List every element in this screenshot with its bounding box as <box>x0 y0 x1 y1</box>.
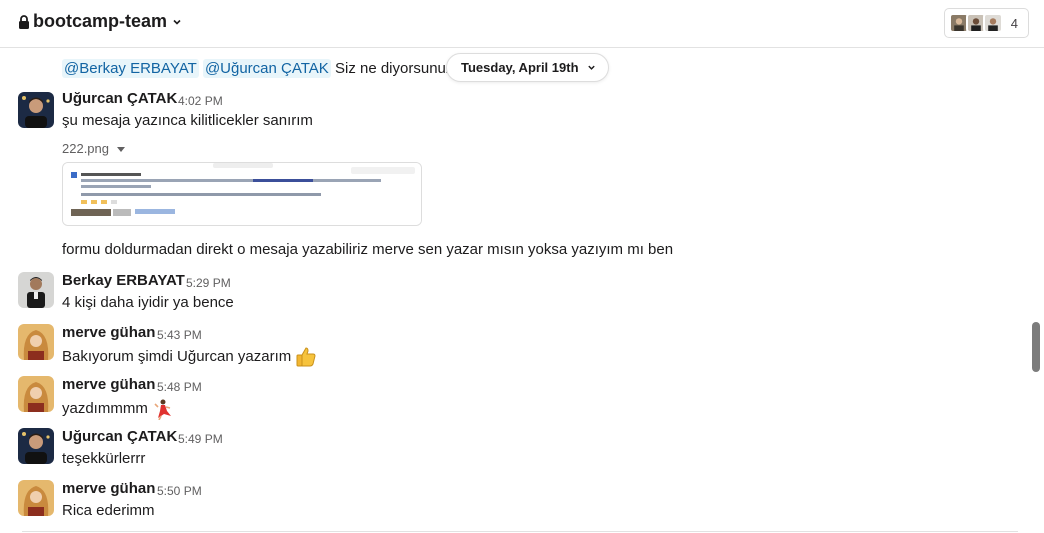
message-text: Rica ederimm <box>62 502 155 519</box>
author-name[interactable]: Uğurcan ÇATAK <box>62 90 177 107</box>
mention-berkay[interactable]: @Berkay ERBAYAT <box>62 59 199 78</box>
caret-down-icon <box>117 146 125 152</box>
avatar[interactable] <box>18 480 54 516</box>
message-text: teşekkürlerrr <box>62 450 146 467</box>
message-text: Bakıyorum şimdi Uğurcan yazarım <box>62 347 292 365</box>
author-name[interactable]: Berkay ERBAYAT <box>62 272 185 289</box>
timestamp[interactable]: 5:50 PM <box>157 484 202 498</box>
avatar[interactable] <box>18 324 54 360</box>
member-count: 4 <box>1010 15 1018 31</box>
timestamp[interactable]: 4:02 PM <box>178 94 223 108</box>
attachment-name: 222.png <box>62 141 109 156</box>
divider <box>22 531 1018 532</box>
avatar[interactable] <box>18 428 54 464</box>
message-body: yazdımmmm <box>62 398 172 420</box>
thumbs-up-icon <box>296 347 316 367</box>
channel-name: bootcamp-team <box>33 11 168 31</box>
timestamp[interactable]: 5:29 PM <box>186 276 231 290</box>
lock-icon <box>19 14 29 29</box>
message-text: formu doldurmadan direkt o mesaja yazabi… <box>62 241 674 258</box>
screenshot-preview-image <box>63 163 421 225</box>
message-text: 4 kişi daha iyidir ya bence <box>62 294 234 311</box>
partial-message: @Berkay ERBAYAT @Uğurcan ÇATAK Siz ne di… <box>62 58 466 80</box>
chevron-down-icon <box>173 19 181 25</box>
message-body: Bakıyorum şimdi Uğurcan yazarım <box>62 346 317 368</box>
scrollbar-thumb[interactable] <box>1032 322 1040 372</box>
mention-ugurcan[interactable]: @Uğurcan ÇATAK <box>202 59 331 78</box>
author-name[interactable]: merve gühan <box>62 480 155 497</box>
members-button[interactable]: 4 <box>943 8 1029 38</box>
date-label: Tuesday, April 19th <box>461 60 579 75</box>
date-divider-button[interactable]: Tuesday, April 19th <box>446 53 609 82</box>
author-name[interactable]: merve gühan <box>62 324 155 341</box>
avatar[interactable] <box>18 92 54 128</box>
avatar[interactable] <box>18 376 54 412</box>
channel-header: bootcamp-team 4 <box>0 0 1044 48</box>
avatar[interactable] <box>18 272 54 308</box>
message-text: yazdımmmm <box>62 399 148 417</box>
message-text: şu mesaja yazınca kilitlicekler sanırım <box>62 112 313 129</box>
attachment-name-button[interactable]: 222.png <box>62 141 125 156</box>
timestamp[interactable]: 5:49 PM <box>178 432 223 446</box>
author-name[interactable]: Uğurcan ÇATAK <box>62 428 177 445</box>
dancer-icon <box>154 399 171 420</box>
image-attachment-thumbnail[interactable] <box>62 162 422 226</box>
author-name[interactable]: merve gühan <box>62 376 155 393</box>
chevron-down-icon <box>587 65 595 70</box>
timestamp[interactable]: 5:43 PM <box>157 328 202 342</box>
channel-name-button[interactable]: bootcamp-team <box>18 11 182 32</box>
timestamp[interactable]: 5:48 PM <box>157 380 202 394</box>
message-list[interactable]: @Berkay ERBAYAT @Uğurcan ÇATAK Siz ne di… <box>0 48 1044 533</box>
member-avatar <box>982 13 1003 33</box>
